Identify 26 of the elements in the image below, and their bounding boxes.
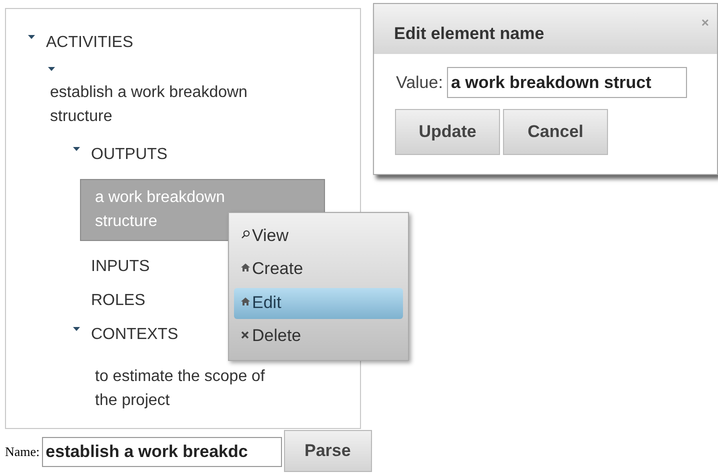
parse-button[interactable]: Parse [284,430,372,472]
tree-item[interactable]: ROLES [91,291,146,311]
dialog-title: Edit element name [394,23,544,45]
value-label: Value: [396,72,443,94]
tree-item[interactable]: INPUTS [91,257,150,277]
name-field[interactable]: establish a work breakdc [42,437,282,467]
tree-item[interactable]: establish a work breakdown structure [50,81,310,129]
tree-item[interactable]: to estimate the scope of the project [80,359,325,419]
menu-item[interactable]: Edit [234,288,403,319]
menu-item[interactable]: Delete [234,320,403,352]
menu-item[interactable]: Create [234,254,403,286]
caret-icon[interactable] [48,67,55,71]
tree-item[interactable]: ACTIVITIES [46,33,134,53]
home-icon [241,263,250,272]
caret-icon[interactable] [73,327,80,331]
dialog-button[interactable]: Cancel [503,109,608,155]
home-icon [241,296,250,306]
caret-icon[interactable] [73,147,80,151]
search-icon [241,230,250,239]
caret-icon[interactable] [28,35,35,39]
dialog-button[interactable]: Update [395,109,500,155]
tree-item[interactable]: CONTEXTS [91,325,178,345]
tree-item[interactable]: OUTPUTS [91,145,168,165]
name-label: Name: [5,443,40,462]
value-field[interactable]: a work breakdown struct [446,67,687,98]
close-icon [241,330,249,339]
